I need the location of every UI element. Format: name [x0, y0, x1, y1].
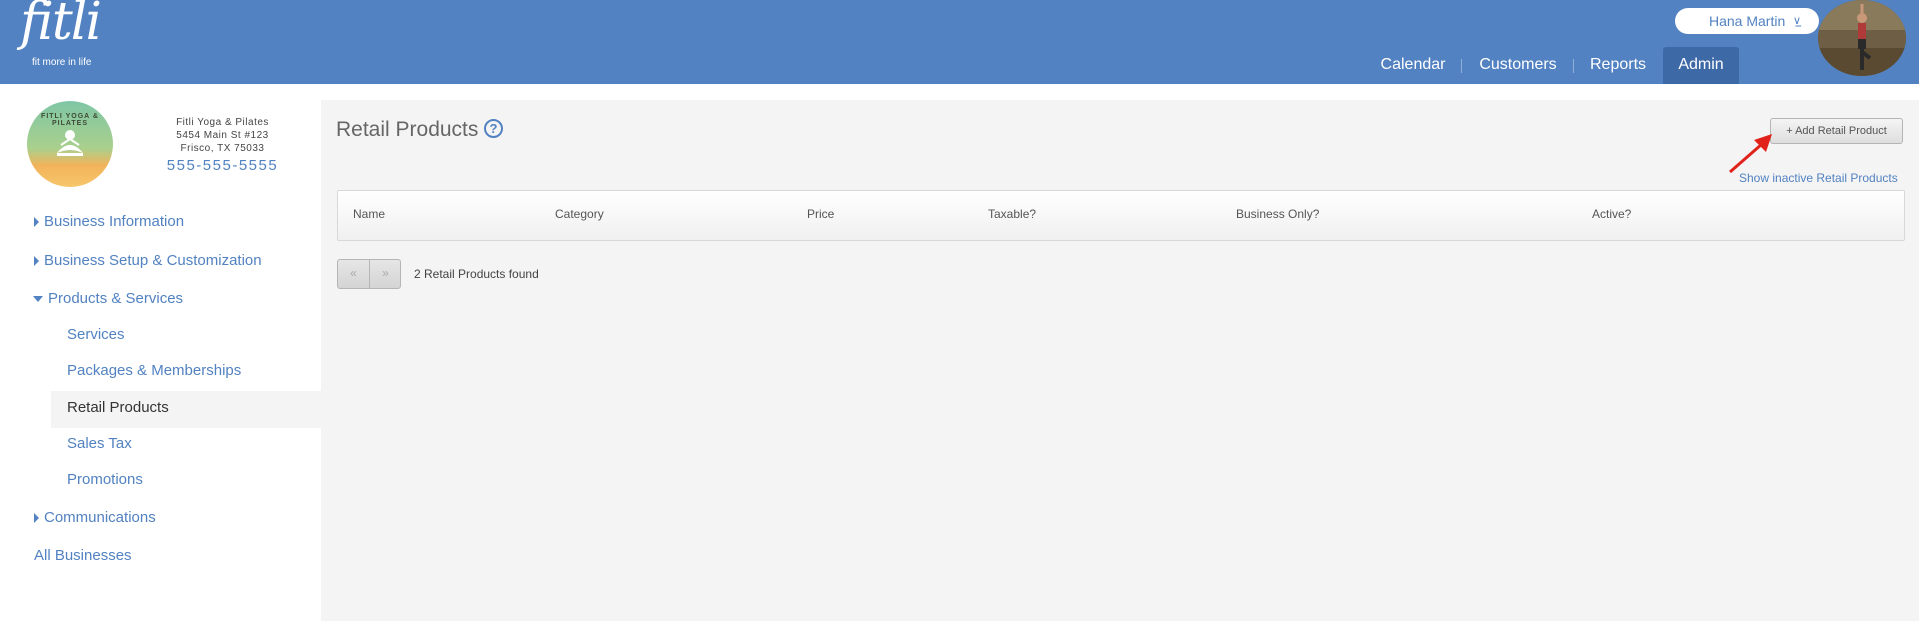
user-menu[interactable]: Hana Martin ∨̲ — [1675, 8, 1819, 34]
business-address-line1: 5454 Main St #123 — [176, 130, 269, 141]
nav-divider — [1461, 59, 1462, 73]
column-header-active[interactable]: Active? — [1592, 207, 1631, 221]
nav-admin[interactable]: Admin — [1663, 47, 1739, 84]
nav-calendar[interactable]: Calendar — [1373, 47, 1453, 84]
sidebar-subitem-retail-products[interactable]: Retail Products — [67, 399, 169, 416]
sidebar-subitem-sales-tax[interactable]: Sales Tax — [67, 435, 132, 452]
sidebar-item-business-setup[interactable]: Business Setup & Customization — [44, 252, 262, 269]
sidebar-item-communications[interactable]: Communications — [44, 509, 156, 526]
nav-divider — [1573, 59, 1574, 73]
business-address-line2: Frisco, TX 75033 — [180, 143, 265, 154]
fitli-logo[interactable]: fitli fit more in life — [14, 0, 104, 72]
business-logo: FITLI YOGA & PILATES — [27, 101, 113, 187]
business-logo-text: FITLI YOGA & PILATES — [41, 113, 99, 127]
sidebar-subitem-services[interactable]: Services — [67, 326, 125, 343]
pagination: « » — [337, 259, 401, 289]
sidebar-item-products-services[interactable]: Products & Services — [48, 290, 183, 307]
column-header-business-only[interactable]: Business Only? — [1236, 207, 1319, 221]
sidebar-subitem-promotions[interactable]: Promotions — [67, 471, 143, 488]
column-header-taxable[interactable]: Taxable? — [988, 207, 1036, 221]
caret-right-icon — [34, 256, 39, 266]
avatar-photo — [1818, 0, 1906, 76]
column-header-category[interactable]: Category — [555, 207, 604, 221]
nav-customers[interactable]: Customers — [1473, 47, 1563, 84]
sidebar-subitem-packages[interactable]: Packages & Memberships — [67, 362, 241, 379]
caret-right-icon — [34, 217, 39, 227]
business-phone[interactable]: 555-555-5555 — [150, 157, 295, 174]
avatar[interactable] — [1818, 0, 1906, 76]
sidebar: FITLI YOGA & PILATES Fitli Yoga & Pilate… — [0, 84, 321, 621]
business-info: Fitli Yoga & Pilates 5454 Main St #123 F… — [150, 116, 295, 174]
pager-next-button[interactable]: » — [370, 260, 401, 288]
top-header: fitli fit more in life Hana Martin ∨̲ Ca… — [0, 0, 1919, 84]
sidebar-item-all-businesses[interactable]: All Businesses — [34, 547, 132, 564]
logo-wordmark: fitli — [20, 0, 102, 52]
page-title: Retail Products — [336, 118, 479, 141]
show-inactive-link[interactable]: Show inactive Retail Products — [1739, 171, 1898, 185]
add-retail-product-button[interactable]: + Add Retail Product — [1770, 118, 1903, 144]
chevron-double-down-icon: ∨̲ — [1793, 15, 1802, 27]
results-count: 2 Retail Products found — [414, 267, 539, 281]
caret-down-icon — [33, 296, 43, 302]
business-name: Fitli Yoga & Pilates — [176, 117, 269, 128]
main-content: Retail Products ? + Add Retail Product S… — [321, 100, 1919, 621]
nav-reports[interactable]: Reports — [1583, 47, 1653, 84]
column-header-price[interactable]: Price — [807, 207, 834, 221]
logo-tagline: fit more in life — [32, 57, 92, 68]
caret-right-icon — [34, 513, 39, 523]
column-header-name[interactable]: Name — [353, 207, 385, 221]
help-icon[interactable]: ? — [484, 119, 503, 138]
table-header: Name Category Price Taxable? Business On… — [337, 190, 1905, 241]
annotation-arrow-icon — [1729, 134, 1772, 174]
pager-prev-button[interactable]: « — [338, 260, 369, 288]
sidebar-item-business-information[interactable]: Business Information — [44, 213, 184, 230]
user-name: Hana Martin — [1709, 13, 1786, 29]
